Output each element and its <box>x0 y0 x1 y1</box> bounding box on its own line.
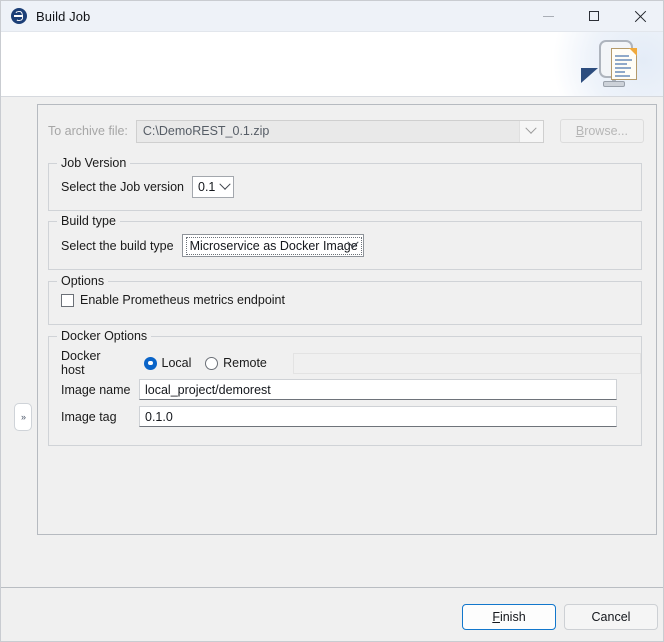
close-icon <box>634 10 647 23</box>
docker-host-label: Docker host <box>61 349 126 377</box>
title-bar: Build Job <box>1 1 663 32</box>
image-name-label: Image name <box>61 383 139 397</box>
build-job-stamp-document-icon <box>581 36 651 94</box>
build-type-combo[interactable]: Microservice as Docker Image <box>182 234 364 257</box>
prometheus-metrics-checkbox[interactable] <box>61 294 74 307</box>
minimize-icon <box>543 16 554 17</box>
finish-label: inish <box>500 610 526 624</box>
window-controls <box>525 1 663 32</box>
build-job-dialog: Build Job <box>0 0 664 642</box>
maximize-icon <box>589 11 599 21</box>
finish-mnemonic: F <box>492 610 500 624</box>
build-type-group-title: Build type <box>57 214 120 228</box>
chevron-down-icon <box>349 241 357 249</box>
prometheus-metrics-label: Enable Prometheus metrics endpoint <box>80 293 285 307</box>
docker-options-group: Docker Options Docker host Local Remote … <box>48 336 642 446</box>
browse-button[interactable]: Browse... <box>560 119 644 143</box>
archive-file-row: To archive file: C:\DemoREST_0.1.zip Bro… <box>48 119 648 143</box>
browse-mnemonic: B <box>576 124 584 138</box>
build-type-label: Select the build type <box>61 239 174 253</box>
docker-host-local-label: Local <box>162 356 192 370</box>
talend-logo-icon <box>11 8 27 24</box>
docker-host-remote-label: Remote <box>223 356 267 370</box>
close-button[interactable] <box>617 1 663 32</box>
docker-host-uri-input[interactable] <box>293 353 641 374</box>
job-version-label: Select the Job version <box>61 180 184 194</box>
banner-triangle-icon <box>581 68 598 83</box>
docker-options-group-title: Docker Options <box>57 329 151 343</box>
image-tag-row: Image tag 0.1.0 <box>61 406 617 427</box>
job-version-group: Job Version Select the Job version 0.1 <box>48 163 642 211</box>
banner-page-corner <box>629 48 637 56</box>
build-type-row: Select the build type Microservice as Do… <box>61 234 364 257</box>
chevron-down-icon <box>221 183 229 191</box>
build-type-value: Microservice as Docker Image <box>186 237 362 255</box>
prometheus-metrics-checkbox-row[interactable]: Enable Prometheus metrics endpoint <box>61 293 285 307</box>
build-options-panel: To archive file: C:\DemoREST_0.1.zip Bro… <box>37 104 657 535</box>
browse-label: rowse... <box>584 124 628 138</box>
banner-stamp-base <box>603 81 625 87</box>
options-group-title: Options <box>57 274 108 288</box>
cancel-button[interactable]: Cancel <box>564 604 658 630</box>
docker-host-row: Docker host Local Remote <box>61 349 641 377</box>
minimize-button[interactable] <box>525 1 571 32</box>
image-tag-input[interactable]: 0.1.0 <box>139 406 617 427</box>
docker-host-remote-radio[interactable] <box>205 357 218 370</box>
docker-host-local-radio[interactable] <box>144 357 157 370</box>
build-type-group: Build type Select the build type Microse… <box>48 221 642 270</box>
finish-button[interactable]: Finish <box>462 604 556 630</box>
job-version-group-title: Job Version <box>57 156 130 170</box>
dialog-banner <box>1 32 663 97</box>
image-name-row: Image name local_project/demorest <box>61 379 617 400</box>
job-version-value: 0.1 <box>193 180 215 194</box>
dialog-content: » To archive file: C:\DemoREST_0.1.zip B… <box>1 97 663 587</box>
image-tag-label: Image tag <box>61 410 139 424</box>
archive-file-combo[interactable]: C:\DemoREST_0.1.zip <box>136 120 544 143</box>
image-name-input[interactable]: local_project/demorest <box>139 379 617 400</box>
banner-document-icon <box>611 48 637 80</box>
chevron-down-icon <box>526 123 537 134</box>
job-version-row: Select the Job version 0.1 <box>61 176 234 198</box>
archive-file-value: C:\DemoREST_0.1.zip <box>137 124 269 138</box>
expand-panel-handle[interactable]: » <box>14 403 32 431</box>
options-group: Options Enable Prometheus metrics endpoi… <box>48 281 642 325</box>
job-version-combo[interactable]: 0.1 <box>192 176 234 198</box>
archive-file-label: To archive file: <box>48 124 128 138</box>
cancel-label: Cancel <box>592 610 631 624</box>
window-title: Build Job <box>36 9 90 24</box>
maximize-button[interactable] <box>571 1 617 32</box>
dialog-footer: Finish Cancel <box>1 588 663 641</box>
resize-grip[interactable] <box>649 627 661 639</box>
archive-file-dropdown-button[interactable] <box>519 121 543 142</box>
